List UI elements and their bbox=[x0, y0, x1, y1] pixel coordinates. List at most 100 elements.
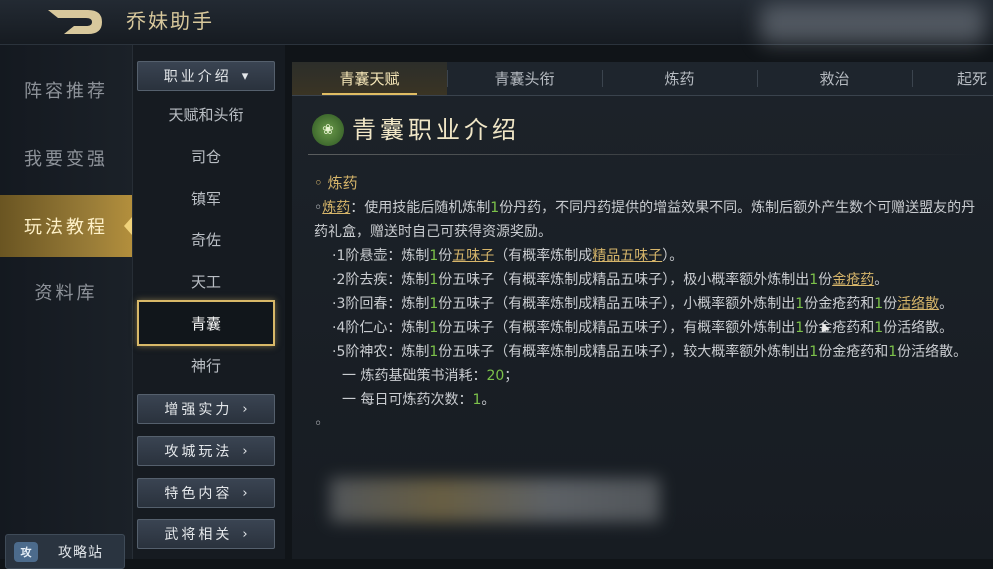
sub-item-shenxing[interactable]: 神行 bbox=[137, 345, 275, 385]
stat-value: 20 bbox=[486, 368, 505, 384]
category-label: 增强实力 bbox=[164, 402, 233, 418]
number: 1 bbox=[429, 248, 439, 264]
chevron-down-icon: ▾ bbox=[241, 68, 249, 84]
alchemy-link[interactable]: 炼药 bbox=[322, 200, 350, 216]
number: 1 bbox=[429, 344, 439, 360]
title-bar: 乔妹助手 bbox=[0, 0, 993, 45]
text: ·2阶去疾：炼制 bbox=[332, 272, 430, 288]
number: 1 bbox=[429, 272, 439, 288]
text: 份 bbox=[818, 272, 833, 288]
text: 份活络散。 bbox=[883, 320, 954, 336]
text: 份五味子（有概率炼制成精品五味子），有概率额外炼制出 bbox=[438, 320, 796, 336]
intro-paragraph: ◦炼药：使用技能后随机炼制1份丹药，不同丹药提供的增益效果不同。炼制后额外产生数… bbox=[314, 200, 976, 240]
blurred-region bbox=[330, 478, 660, 522]
tab-alchemy[interactable]: 炼药 bbox=[602, 62, 757, 95]
item-link-wuweizi[interactable]: 五味子 bbox=[452, 248, 494, 264]
number: 1 bbox=[874, 320, 884, 336]
category-column: 职业介绍 ▾ 天赋和头衔 司仓 镇军 奇佐 天工 青囊 神行 增强实力 › 攻城… bbox=[133, 45, 285, 559]
stat-line: 一 炼药基础策书消耗：20； bbox=[314, 364, 976, 388]
number: 1 bbox=[490, 200, 500, 216]
section-heading: ◦ 炼药 bbox=[314, 174, 358, 192]
nav-item-database[interactable]: 资料库 bbox=[0, 261, 132, 323]
level-item: ·3阶回春：炼制1份五味子（有概率炼制成精品五味子），小概率额外炼制出1份金疮药… bbox=[314, 292, 976, 316]
number: 1 bbox=[429, 296, 439, 312]
content-panel: ❀ 青囊职业介绍 ◦ 炼药 ◦炼药：使用技能后随机炼制1份丹药，不同丹药提供的增… bbox=[292, 96, 993, 559]
text: 份活络散。 bbox=[897, 344, 968, 360]
description: ◦炼药：使用技能后随机炼制1份丹药，不同丹药提供的增益效果不同。炼制后额外产生数… bbox=[314, 196, 976, 436]
stat-label: 一 每日可炼药次数： bbox=[342, 392, 473, 408]
category-features[interactable]: 特色内容 › bbox=[137, 478, 275, 508]
text: 。 bbox=[481, 392, 496, 408]
item-link-jinchuangyao[interactable]: 金疮药 bbox=[832, 272, 874, 288]
text: ）。 bbox=[662, 248, 684, 264]
text: 份金疮药和 bbox=[804, 320, 875, 336]
category-label: 武将相关 bbox=[164, 527, 233, 543]
category-label: 攻城玩法 bbox=[164, 444, 233, 460]
tab-qingnang-talent[interactable]: 青囊天赋 bbox=[292, 62, 447, 95]
level-item: ·2阶去疾：炼制1份五味子（有概率炼制成精品五味子），极小概率额外炼制出1份金疮… bbox=[314, 268, 976, 292]
tab-bar: 青囊天赋 青囊头衔 炼药 救治 起死 bbox=[292, 62, 993, 96]
sub-item-qizuo[interactable]: 奇佐 bbox=[137, 219, 275, 259]
sub-item-qingnang[interactable]: 青囊 bbox=[137, 300, 275, 346]
nav-item-lineup[interactable]: 阵容推荐 bbox=[0, 59, 132, 121]
text: ：使用技能后随机炼制 bbox=[350, 200, 491, 216]
number: 1 bbox=[874, 296, 884, 312]
number: 1 bbox=[795, 320, 805, 336]
category-generals[interactable]: 武将相关 › bbox=[137, 519, 275, 549]
text: 份五味子（有概率炼制成精品五味子），小概率额外炼制出 bbox=[438, 296, 796, 312]
number: 1 bbox=[795, 296, 805, 312]
level-item: ·4阶仁心：炼制1份五味子（有概率炼制成精品五味子），有概率额外炼制出1份金疮药… bbox=[314, 316, 976, 340]
text: ； bbox=[504, 368, 519, 384]
text: ·3阶回春：炼制 bbox=[332, 296, 430, 312]
app-title: 乔妹助手 bbox=[126, 9, 214, 33]
text: 份 bbox=[438, 248, 453, 264]
back-icon[interactable] bbox=[44, 6, 106, 38]
level-item: ·1阶悬壶：炼制1份五味子（有概率炼制成精品五味子）。 bbox=[314, 244, 976, 268]
sub-item-sicang[interactable]: 司仓 bbox=[137, 136, 275, 176]
text: 。 bbox=[874, 272, 889, 288]
category-label: 职业介绍 bbox=[163, 69, 232, 85]
text: ·1阶悬壶：炼制 bbox=[332, 248, 430, 264]
chevron-right-icon: › bbox=[242, 443, 248, 459]
text: （有概率炼制成 bbox=[494, 248, 593, 264]
stat-label: 一 炼药基础策书消耗： bbox=[342, 368, 487, 384]
bullet-line: ◦ bbox=[314, 416, 323, 432]
nav-item-improve[interactable]: 我要变强 bbox=[0, 127, 132, 189]
number: 1 bbox=[888, 344, 898, 360]
sub-item-zhenjun[interactable]: 镇军 bbox=[137, 178, 275, 218]
category-dropdown-career[interactable]: 职业介绍 ▾ bbox=[137, 61, 275, 91]
number: 1 bbox=[809, 344, 819, 360]
section-heading-text: 炼药 bbox=[327, 174, 358, 192]
chevron-right-icon: › bbox=[242, 485, 248, 501]
number: 1 bbox=[809, 272, 819, 288]
nav-item-tutorial[interactable]: 玩法教程 bbox=[0, 195, 132, 257]
guide-site-button[interactable]: 攻 攻略站 bbox=[5, 534, 125, 569]
text: 份金疮药和 bbox=[818, 344, 889, 360]
category-strengthen[interactable]: 增强实力 › bbox=[137, 394, 275, 424]
number: 1 bbox=[429, 320, 439, 336]
text: ·5阶神农：炼制 bbox=[332, 344, 430, 360]
tab-revive[interactable]: 起死 bbox=[912, 62, 993, 95]
level-item: ·5阶神农：炼制1份五味子（有概率炼制成精品五味子），较大概率额外炼制出1份金疮… bbox=[314, 340, 976, 364]
sub-item-tiangong[interactable]: 天工 bbox=[137, 261, 275, 301]
divider bbox=[308, 154, 978, 155]
tab-heal[interactable]: 救治 bbox=[757, 62, 912, 95]
tab-qingnang-title[interactable]: 青囊头衔 bbox=[447, 62, 602, 95]
blurred-region bbox=[760, 4, 985, 44]
chevron-right-icon: › bbox=[242, 526, 248, 542]
text: 份五味子（有概率炼制成精品五味子），较大概率额外炼制出 bbox=[438, 344, 810, 360]
stat-line: 一 每日可炼药次数：1。 bbox=[314, 388, 976, 412]
item-link-huoluosan[interactable]: 活络散 bbox=[897, 296, 939, 312]
category-siege[interactable]: 攻城玩法 › bbox=[137, 436, 275, 466]
item-link-premium-wuweizi[interactable]: 精品五味子 bbox=[592, 248, 662, 264]
sub-item-talent-title[interactable]: 天赋和头衔 bbox=[137, 94, 275, 134]
text: 。 bbox=[939, 296, 954, 312]
main-nav: 阵容推荐 我要变强 玩法教程 资料库 攻 攻略站 bbox=[0, 45, 133, 569]
text: 份 bbox=[883, 296, 898, 312]
text: 份金疮药和 bbox=[804, 296, 875, 312]
text: ·4阶仁心：炼制 bbox=[332, 320, 430, 336]
text: 份五味子（有概率炼制成精品五味子），极小概率额外炼制出 bbox=[438, 272, 810, 288]
chevron-right-icon: › bbox=[242, 401, 248, 417]
page-title: 青囊职业介绍 bbox=[352, 116, 520, 144]
lotus-icon: ❀ bbox=[312, 114, 344, 146]
